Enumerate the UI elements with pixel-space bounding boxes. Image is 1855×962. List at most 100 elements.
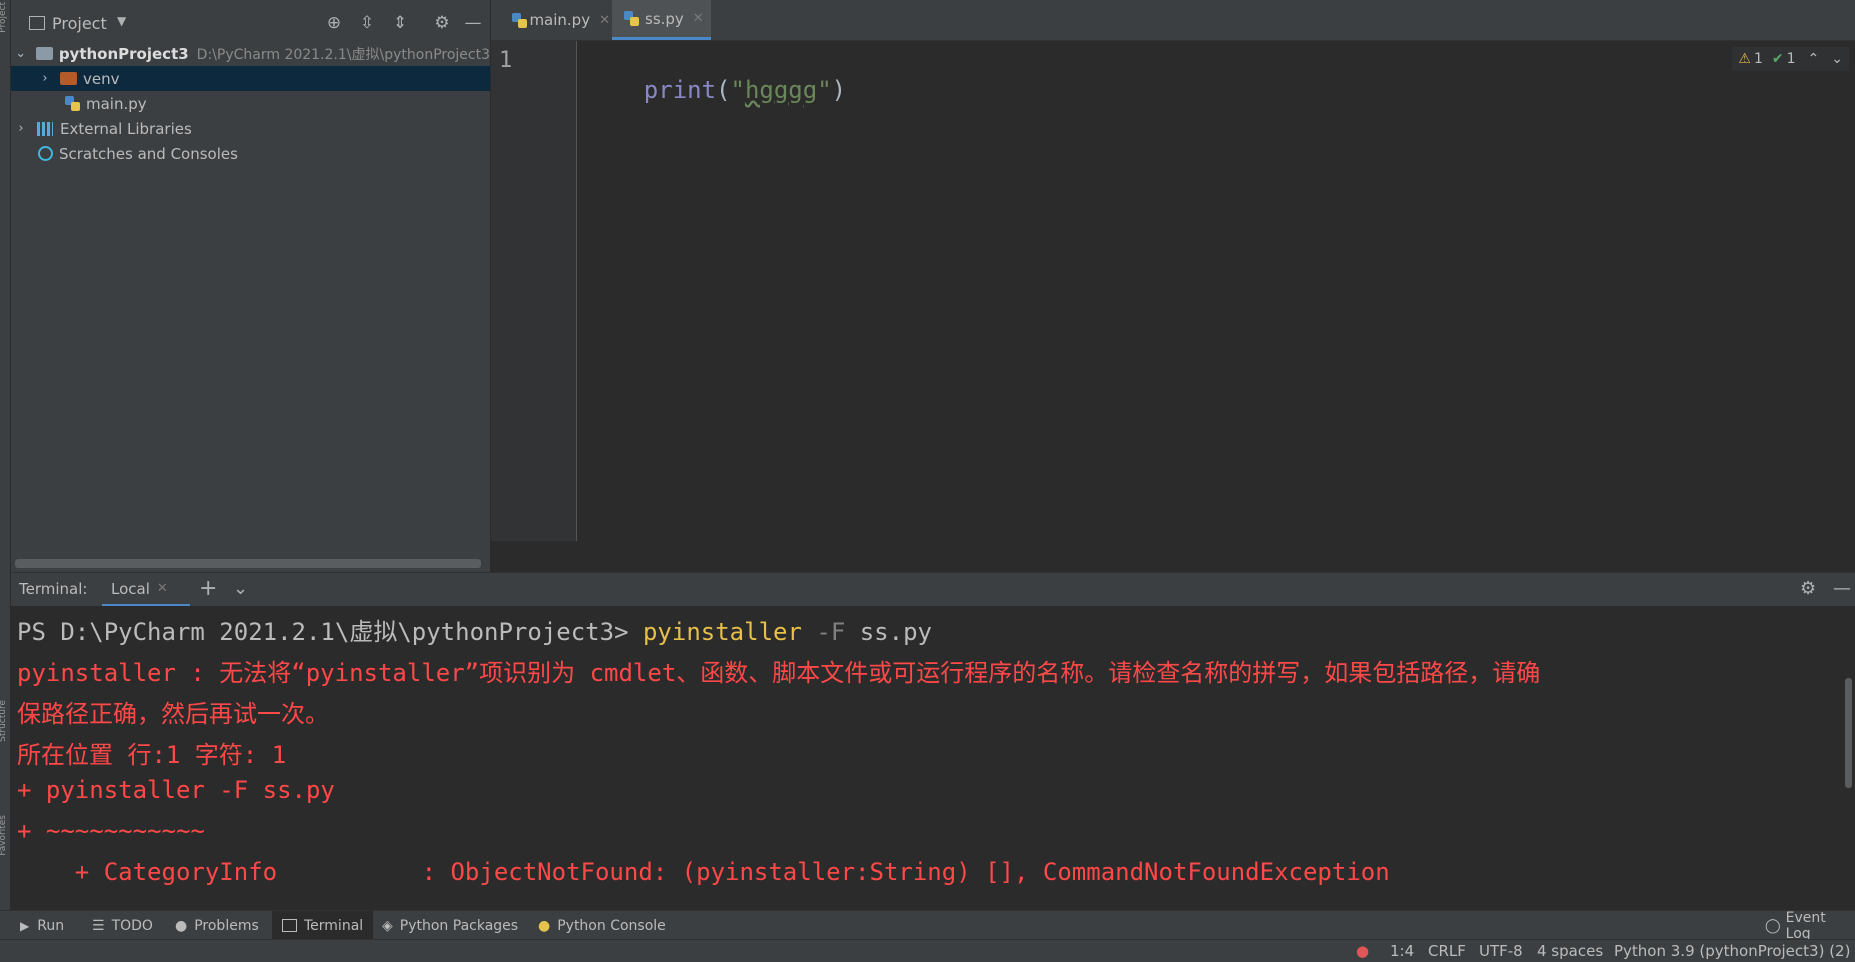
scratches-icon [38, 146, 53, 161]
terminal-error-line: + pyinstaller -F ss.py [17, 776, 335, 804]
collapse-all-icon[interactable]: ⇕ [389, 12, 411, 34]
code-quote-open: " [730, 76, 745, 104]
chevron-down-icon[interactable]: ⌄ [1831, 51, 1843, 67]
python-interpreter[interactable]: Python 3.9 (pythonProject3) (2) [1614, 940, 1850, 962]
chevron-down-icon[interactable]: ⌄ [14, 46, 27, 61]
terminal-output[interactable]: PS D:\PyCharm 2021.2.1\虚拟\pythonProject3… [11, 606, 1855, 910]
terminal-title: Terminal: [19, 580, 88, 598]
library-icon [37, 121, 53, 136]
python-icon: ● [538, 917, 551, 934]
info-icon: ● [175, 917, 188, 934]
close-icon[interactable]: ✕ [599, 13, 610, 28]
terminal-command: pyinstaller [642, 618, 802, 646]
gear-icon[interactable]: ⚙ [1800, 578, 1816, 599]
code-paren-open: ( [716, 76, 731, 104]
tool-window-label: Terminal [304, 917, 364, 934]
close-icon[interactable]: ✕ [157, 581, 168, 596]
warning-count: 1 [1753, 51, 1763, 67]
file-encoding[interactable]: UTF-8 [1479, 940, 1523, 962]
editor-tab-bar: main.py ✕ ss.py ✕ [491, 0, 1855, 41]
terminal-icon [282, 919, 297, 932]
root-folder-path: D:\PyCharm 2021.2.1\虚拟\pythonProject3 [196, 46, 490, 63]
gear-icon[interactable]: ⚙ [431, 12, 453, 34]
tab-main-py[interactable]: main.py ✕ [500, 0, 610, 40]
tab-ss-py[interactable]: ss.py ✕ [612, 0, 711, 40]
chevron-right-icon[interactable]: › [38, 71, 52, 86]
check-icon: ✔ [1771, 51, 1784, 67]
chevron-up-icon[interactable]: ⌃ [1808, 51, 1820, 67]
tool-window-python-packages[interactable]: ◈ Python Packages [382, 911, 518, 940]
terminal-command-line: PS D:\PyCharm 2021.2.1\虚拟\pythonProject3… [17, 612, 932, 647]
list-icon: ☰ [92, 917, 105, 934]
tree-item-label: External Libraries [60, 119, 192, 138]
terminal-command-arg: ss.py [845, 618, 932, 646]
tool-window-label: Event Log [1785, 909, 1826, 942]
error-indicator-icon[interactable]: ● [1356, 940, 1369, 962]
tool-window-terminal[interactable]: Terminal [272, 911, 374, 940]
hide-panel-icon[interactable]: — [462, 12, 484, 34]
terminal-error-line: 保路径正确，然后再试一次。 [17, 700, 329, 728]
project-view-icon [29, 16, 45, 30]
structure-strip-button[interactable]: Structure [0, 700, 8, 742]
code-quote-close: " [817, 76, 832, 104]
expand-all-icon[interactable]: ⇳ [356, 12, 378, 34]
tool-window-python-console[interactable]: ● Python Console [538, 911, 666, 940]
code-string: hgggg [744, 76, 818, 104]
terminal-error-line: + CategoryInfo : ObjectNotFound: (pyinst… [17, 858, 1390, 886]
horizontal-scrollbar[interactable] [15, 559, 481, 568]
play-icon: ▶ [20, 918, 30, 933]
tree-item-external-libraries[interactable]: › External Libraries [11, 116, 490, 141]
tool-window-run[interactable]: ▶ Run [20, 911, 64, 940]
vertical-scrollbar[interactable] [1845, 678, 1852, 788]
project-view-selector[interactable]: Project [52, 14, 107, 33]
tree-item-venv[interactable]: › venv [11, 66, 490, 91]
tab-label: ss.py [645, 9, 684, 28]
event-log-icon: ◯ [1765, 917, 1781, 934]
terminal-error-line: + ~~~~~~~~~~~ [17, 817, 205, 845]
close-icon[interactable]: ✕ [693, 11, 704, 26]
tool-window-label: Python Packages [399, 917, 519, 934]
ok-count: 1 [1786, 51, 1796, 67]
chevron-down-icon[interactable]: ⌄ [233, 578, 248, 599]
indent-setting[interactable]: 4 spaces [1537, 940, 1603, 962]
python-file-icon [624, 11, 639, 26]
tree-item-scratches[interactable]: Scratches and Consoles [11, 141, 490, 166]
tree-root-pythonproject3[interactable]: ⌄ pythonProject3 D:\PyCharm 2021.2.1\虚拟\… [11, 41, 490, 66]
status-bar: ● 1:4 CRLF UTF-8 4 spaces Python 3.9 (py… [0, 939, 1855, 962]
hide-panel-icon[interactable]: — [1833, 578, 1851, 599]
warning-icon: ⚠ [1738, 51, 1751, 67]
terminal-error-line: pyinstaller : 无法将“pyinstaller”项识别为 cmdle… [17, 659, 1541, 687]
chevron-down-icon[interactable]: ▼ [117, 14, 126, 28]
chevron-right-icon[interactable]: › [14, 121, 28, 136]
code-line-1[interactable]: print("hgggg") [586, 48, 846, 132]
terminal-error-line: 所在位置 行:1 字符: 1 [17, 741, 287, 769]
project-strip-button[interactable]: Project [0, 2, 8, 33]
terminal-prompt: PS D:\PyCharm 2021.2.1\虚拟\pythonProject3… [17, 618, 643, 646]
inspection-widget[interactable]: ⚠ 1 ✔ 1 ⌃ ⌄ [1732, 47, 1849, 71]
layers-icon: ◈ [382, 917, 393, 934]
code-editor[interactable]: print("hgggg") ⚠ 1 ✔ 1 ⌃ ⌄ [577, 41, 1855, 541]
project-panel: Project ▼ ⊕ ⇳ ⇕ ⚙ — ⌄ pythonProject3 D:\… [11, 0, 490, 572]
root-folder-name: pythonProject3 [58, 44, 189, 63]
folder-icon [36, 47, 53, 60]
tab-terminal-local[interactable]: Local ✕ [102, 573, 190, 607]
tree-item-main-py[interactable]: main.py [11, 91, 490, 116]
tree-item-label: Scratches and Consoles [59, 144, 238, 163]
editor-gutter: 1 [491, 41, 577, 541]
tool-window-event-log[interactable]: ◯ Event Log [1765, 909, 1855, 942]
tool-window-label: Problems [194, 917, 259, 934]
caret-position[interactable]: 1:4 [1390, 940, 1414, 962]
tree-item-label: venv [83, 69, 120, 88]
locate-icon[interactable]: ⊕ [323, 12, 345, 34]
tool-window-todo[interactable]: ☰ TODO [92, 911, 153, 940]
terminal-header: Terminal: Local ✕ + ⌄ ⚙ — [11, 572, 1855, 607]
favorites-strip-button[interactable]: Favorites [0, 815, 8, 856]
code-paren-close: ) [831, 76, 847, 104]
line-number: 1 [499, 48, 513, 73]
tab-label: main.py [529, 11, 591, 29]
code-function: print [643, 76, 717, 104]
line-separator[interactable]: CRLF [1428, 940, 1466, 962]
add-terminal-icon[interactable]: + [199, 576, 217, 601]
tool-window-problems[interactable]: ● Problems [175, 911, 259, 940]
python-file-icon [512, 12, 527, 28]
